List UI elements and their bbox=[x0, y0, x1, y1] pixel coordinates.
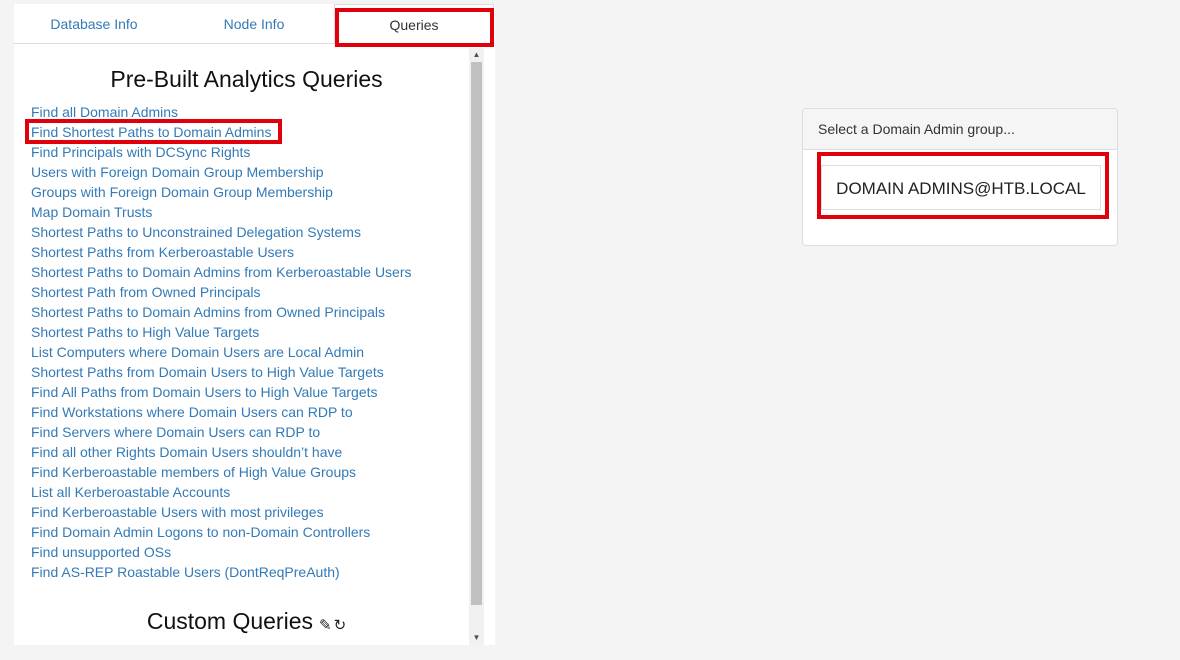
query-link[interactable]: Find AS-REP Roastable Users (DontReqPreA… bbox=[31, 562, 412, 582]
domain-admin-group-option[interactable]: DOMAIN ADMINS@HTB.LOCAL bbox=[821, 165, 1101, 210]
query-link[interactable]: Find Workstations where Domain Users can… bbox=[31, 402, 412, 422]
query-link[interactable]: Find Servers where Domain Users can RDP … bbox=[31, 422, 412, 442]
prebuilt-query-list: Find all Domain Admins Find Shortest Pat… bbox=[31, 102, 412, 582]
selector-header: Select a Domain Admin group... bbox=[803, 109, 1117, 150]
query-link[interactable]: List Computers where Domain Users are Lo… bbox=[31, 342, 412, 362]
prebuilt-queries-title: Pre-Built Analytics Queries bbox=[110, 66, 383, 92]
query-link[interactable]: Shortest Path from Owned Principals bbox=[31, 282, 412, 302]
custom-queries-title: Custom Queries bbox=[146, 608, 313, 634]
query-link[interactable]: Find All Paths from Domain Users to High… bbox=[31, 382, 412, 402]
query-link[interactable]: Shortest Paths to Domain Admins from Own… bbox=[31, 302, 412, 322]
pencil-icon[interactable]: ✎ bbox=[319, 616, 332, 634]
scroll-up-arrow-icon[interactable]: ▲ bbox=[469, 48, 484, 62]
query-link[interactable]: Find Domain Admin Logons to non-Domain C… bbox=[31, 522, 412, 542]
custom-queries-actions: ✎ ↻ bbox=[317, 609, 346, 636]
left-panel: Database Info Node Info Queries Pre-Buil… bbox=[14, 4, 495, 645]
query-link[interactable]: Shortest Paths from Domain Users to High… bbox=[31, 362, 412, 382]
query-link[interactable]: Find all other Rights Domain Users shoul… bbox=[31, 442, 412, 462]
tab-database-info[interactable]: Database Info bbox=[14, 4, 174, 44]
domain-admin-group-selector: Select a Domain Admin group... DOMAIN AD… bbox=[802, 108, 1118, 246]
custom-queries-header: Custom Queries ✎ ↻ bbox=[14, 608, 469, 636]
query-link[interactable]: Shortest Paths to Unconstrained Delegati… bbox=[31, 222, 412, 242]
query-link[interactable]: Shortest Paths to Domain Admins from Ker… bbox=[31, 262, 412, 282]
tab-queries[interactable]: Queries bbox=[334, 4, 494, 45]
tab-bar: Database Info Node Info Queries bbox=[14, 4, 495, 45]
tab-node-info[interactable]: Node Info bbox=[174, 4, 334, 44]
scrollbar[interactable]: ▲ ▼ bbox=[469, 48, 484, 645]
query-link[interactable]: Map Domain Trusts bbox=[31, 202, 412, 222]
query-link[interactable]: Users with Foreign Domain Group Membersh… bbox=[31, 162, 412, 182]
queries-content: Pre-Built Analytics Queries Find all Dom… bbox=[14, 48, 469, 645]
query-link[interactable]: Find Shortest Paths to Domain Admins bbox=[31, 122, 412, 142]
query-link[interactable]: Find Kerberoastable Users with most priv… bbox=[31, 502, 412, 522]
query-link[interactable]: Find all Domain Admins bbox=[31, 102, 412, 122]
query-link[interactable]: List all Kerberoastable Accounts bbox=[31, 482, 412, 502]
scroll-down-arrow-icon[interactable]: ▼ bbox=[469, 631, 484, 645]
query-link[interactable]: Find Principals with DCSync Rights bbox=[31, 142, 412, 162]
refresh-icon[interactable]: ↻ bbox=[334, 616, 347, 634]
scrollbar-thumb[interactable] bbox=[471, 62, 482, 605]
query-link[interactable]: Find unsupported OSs bbox=[31, 542, 412, 562]
query-link[interactable]: Shortest Paths from Kerberoastable Users bbox=[31, 242, 412, 262]
query-link[interactable]: Shortest Paths to High Value Targets bbox=[31, 322, 412, 342]
query-link[interactable]: Groups with Foreign Domain Group Members… bbox=[31, 182, 412, 202]
query-link[interactable]: Find Kerberoastable members of High Valu… bbox=[31, 462, 412, 482]
